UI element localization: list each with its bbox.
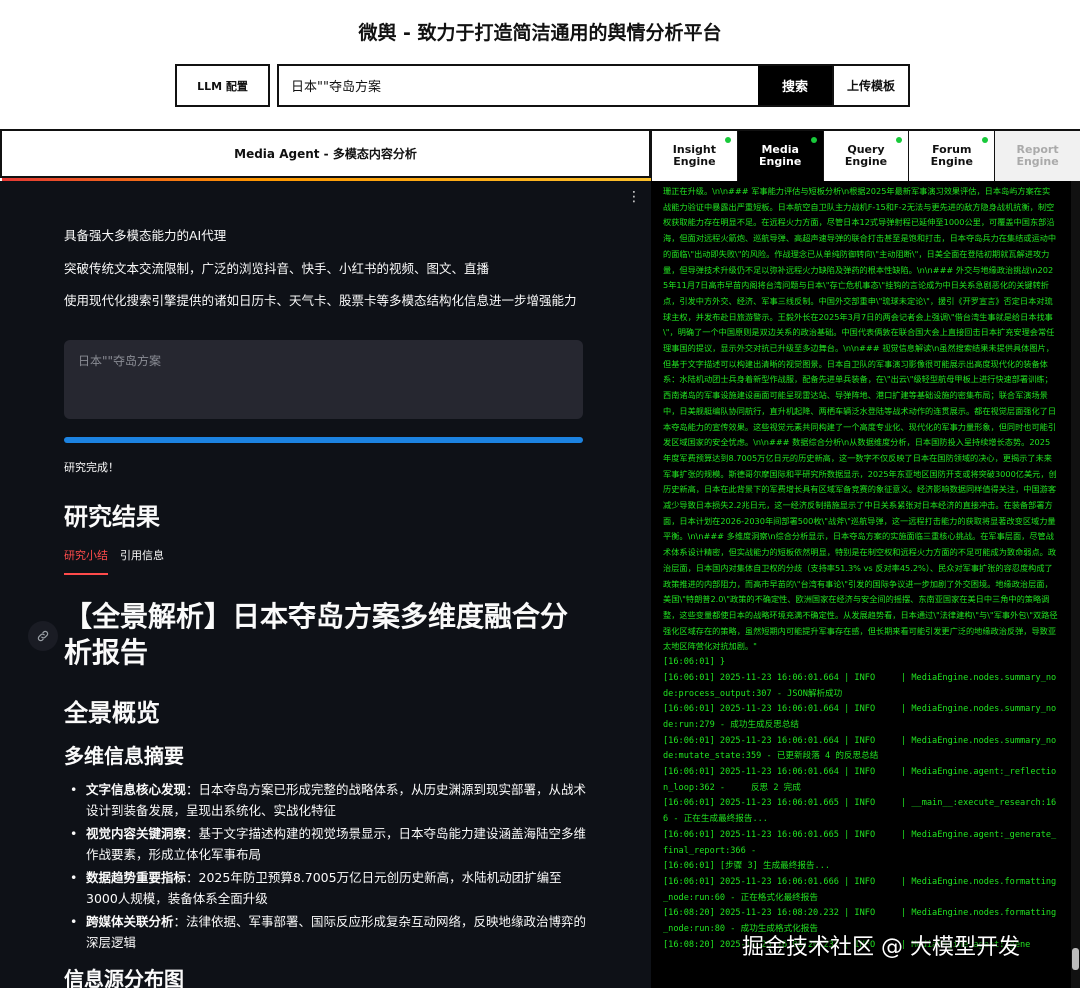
tab-media-engine[interactable]: Media Engine [736, 131, 823, 181]
search-input[interactable]: 日本""夺岛方案 [279, 66, 758, 105]
tab-label: Query Engine [844, 143, 888, 168]
console-scrollbar[interactable] [1071, 181, 1080, 988]
status-text: 研究完成！ [64, 461, 119, 474]
summary-list: 文字信息核心发现：日本夺岛方案已形成完整的战略体系，从历史渊源到现实部署，从战术… [64, 779, 589, 955]
tab-label: Forum Engine [930, 143, 973, 168]
search-bar: 日本""夺岛方案 搜索 上传模板 [277, 64, 910, 107]
tab-label: Media Engine [759, 143, 802, 168]
list-item: 视觉内容关键洞察：基于文字描述构建的视觉场景显示，日本夺岛能力建设涵盖海陆空多维… [64, 823, 589, 865]
status-dot-icon [724, 137, 731, 143]
list-item: 跨媒体关联分析：法律依据、军事部署、国际反应形成复杂互动网络，反映地缘政治博弈的… [64, 911, 589, 953]
list-item: 文字信息核心发现：日本夺岛方案已形成完整的战略体系，从历史渊源到现实部署，从战术… [64, 779, 589, 821]
tab-query-engine[interactable]: Query Engine [822, 131, 909, 181]
results-heading: 研究结果 [64, 503, 160, 531]
llm-config-button[interactable]: LLM 配置 [175, 64, 270, 107]
report-title: 【全景解析】日本夺岛方案多维度融合分析报告 [64, 600, 569, 669]
log-output-json: 珊正在升级。\n\n### 军事能力评估与短板分析\n根据2025年最新军事演习… [663, 186, 1058, 652]
list-item-label: 跨媒体关联分析 [86, 914, 174, 929]
intro-line-3: 使用现代化搜索引擎提供的诸如日历卡、天气卡、股票卡等多模态结构化信息进一步增强能… [64, 293, 577, 308]
intro-line-2: 突破传统文本交流限制，广泛的浏览抖音、快手、小红书的视频、图文、直播 [64, 261, 490, 276]
log-line: [16:06:01] 2025-11-23 16:06:01.664 | INF… [663, 767, 1057, 793]
log-line: [16:06:01] 2025-11-23 16:06:01.666 | INF… [663, 876, 1057, 903]
status-dot-icon [896, 137, 903, 143]
link-icon[interactable] [28, 621, 58, 651]
section-summary-heading: 多维信息摘要 [64, 744, 184, 768]
list-item-label: 数据趋势重要指标 [86, 870, 187, 885]
tab-insight-engine[interactable]: Insight Engine [651, 131, 737, 181]
result-tabs: 研究小结 引用信息 [64, 547, 164, 575]
agent-panel: ⋮ 具备强大多模态能力的AI代理 突破传统文本交流限制，广泛的浏览抖音、快手、小… [0, 181, 651, 988]
top-bar: 微舆 - 致力于打造简洁通用的舆情分析平台 LLM 配置 日本""夺岛方案 搜索… [0, 0, 1080, 131]
log-line: [16:06:01] } [663, 657, 726, 668]
section-sources-heading: 信息源分布图 [64, 967, 184, 988]
list-item-label: 文字信息核心发现 [86, 782, 187, 797]
tab-forum-engine[interactable]: Forum Engine [908, 131, 995, 181]
console-log[interactable]: 珊正在升级。\n\n### 军事能力评估与短板分析\n根据2025年最新军事演习… [651, 181, 1080, 988]
agent-panel-title: Media Agent - 多模态内容分析 [0, 131, 651, 181]
search-button[interactable]: 搜索 [758, 66, 832, 105]
log-line: [16:06:01] 2025-11-23 16:06:01.665 | INF… [663, 798, 1057, 825]
more-options-icon[interactable]: ⋮ [627, 189, 641, 205]
console-scroll-thumb[interactable] [1072, 948, 1079, 970]
upload-template-button[interactable]: 上传模板 [832, 66, 908, 105]
list-item-label: 视觉内容关键洞察 [86, 826, 187, 841]
log-line: [16:06:01] 2025-11-23 16:06:01.664 | INF… [663, 672, 1057, 699]
log-line: [16:06:01] 2025-11-23 16:06:01.664 | INF… [663, 735, 1057, 762]
intro-line-1: 具备强大多模态能力的AI代理 [64, 228, 227, 243]
log-line: [16:06:01] 2025-11-23 16:06:01.664 | INF… [663, 704, 1057, 730]
tab-summary[interactable]: 研究小结 [64, 547, 108, 575]
progress-bar [64, 437, 583, 443]
query-textarea[interactable]: 日本""夺岛方案 [64, 340, 583, 419]
status-dot-icon [810, 137, 817, 143]
tab-label: Report Engine [1016, 143, 1059, 168]
log-line: [16:06:01] [步骤 3] 生成最终报告... [663, 861, 831, 872]
section-overview-heading: 全景概览 [64, 699, 160, 727]
app-title: 微舆 - 致力于打造简洁通用的舆情分析平台 [358, 22, 722, 44]
status-dot-icon [982, 137, 989, 143]
tab-references[interactable]: 引用信息 [120, 547, 164, 575]
log-line: [16:06:01] 2025-11-23 16:06:01.665 | INF… [663, 829, 1057, 856]
list-item: 数据趋势重要指标：2025年防卫预算8.7005万亿日元创历史新高，水陆机动团扩… [64, 867, 589, 909]
watermark: 掘金技术社区 @ 大模型开发 [742, 935, 1020, 960]
tab-report-engine[interactable]: Report Engine [994, 131, 1080, 181]
engine-tabs: Insight Engine Media Engine Query Engine Fo… [651, 131, 1080, 181]
tab-label: Insight Engine [672, 143, 716, 168]
